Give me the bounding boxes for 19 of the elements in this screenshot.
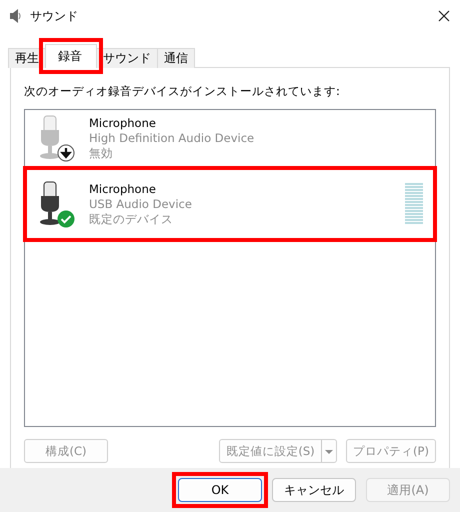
tab[interactable]: 通信 <box>157 48 195 68</box>
instruction-text: 次のオーディオ録音デバイスがインストールされています: <box>24 84 341 99</box>
device-description: High Definition Audio Device <box>89 130 256 146</box>
down-arrow-badge-icon <box>57 144 75 162</box>
device-status: 無効 <box>89 146 114 160</box>
device-description: USB Audio Device <box>89 196 193 212</box>
caret-icon <box>321 440 336 462</box>
device-status: 既定のデバイス <box>89 212 174 226</box>
close-icon[interactable] <box>436 8 452 24</box>
device-name: Microphone <box>89 182 157 196</box>
dialog-button[interactable]: キャンセル <box>272 478 356 502</box>
tab[interactable]: サウンド <box>96 48 158 68</box>
check-badge-icon <box>57 210 75 228</box>
window-title: サウンド <box>30 8 79 24</box>
device-row[interactable]: Microphone USB Audio Device 既定のデバイス <box>25 168 435 240</box>
speaker-icon <box>8 8 22 24</box>
device-name: Microphone <box>89 116 157 130</box>
dialog-button[interactable]: OK <box>178 478 262 502</box>
device-row[interactable]: Microphone High Definition Audio Device 無効 <box>25 112 435 164</box>
